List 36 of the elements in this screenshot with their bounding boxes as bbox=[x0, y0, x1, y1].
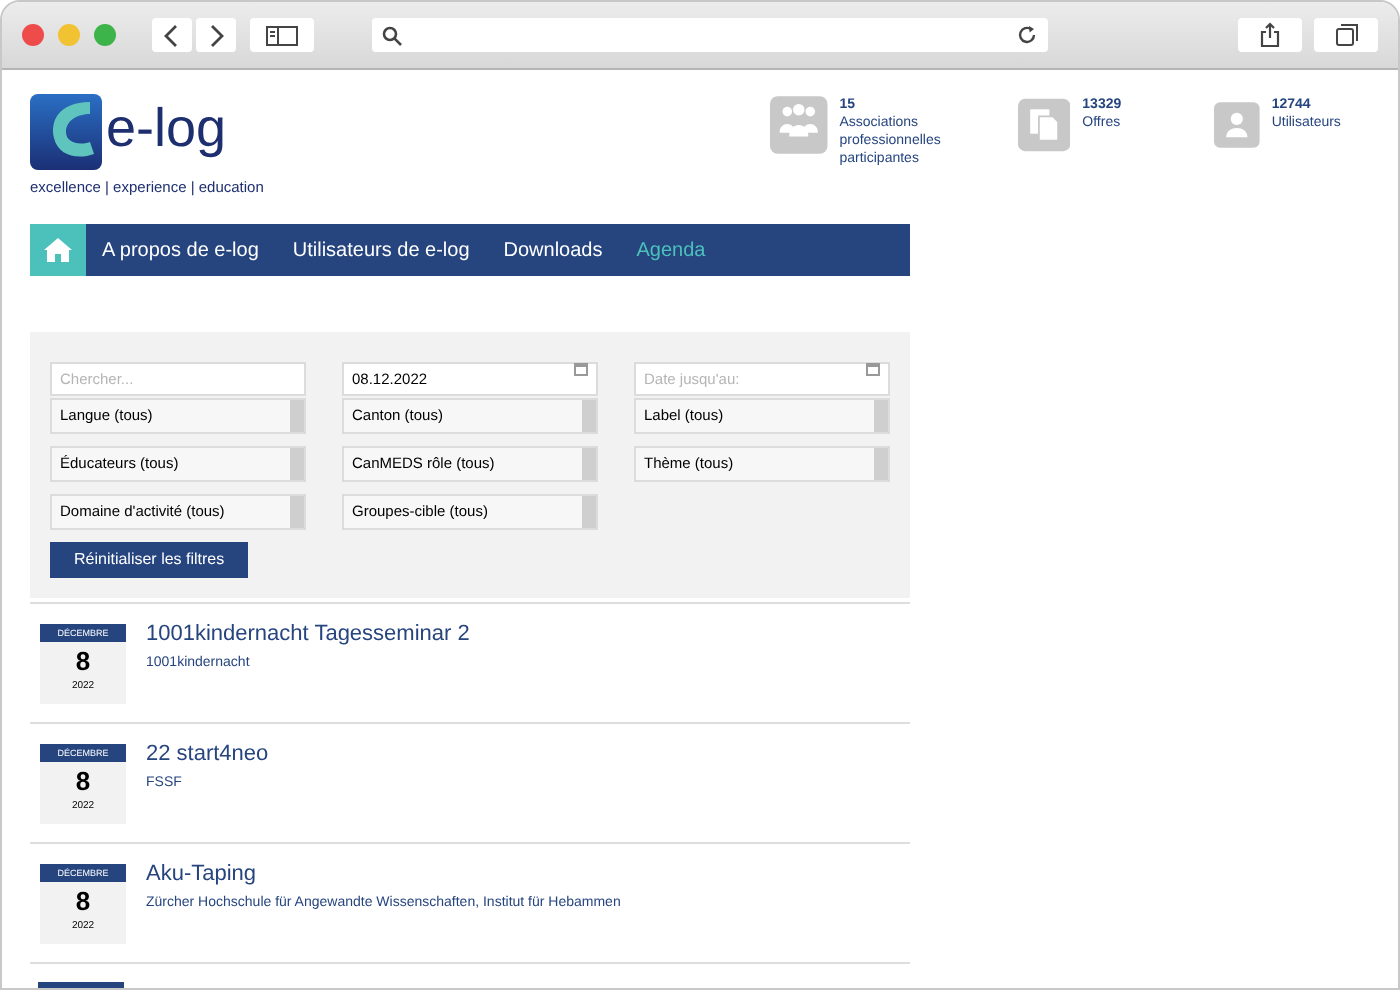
nav-link[interactable]: Utilisateurs de e-log bbox=[292, 235, 470, 265]
user-icon bbox=[1214, 96, 1260, 154]
nav-link[interactable]: A propos de e-log bbox=[102, 235, 259, 265]
back-button[interactable] bbox=[152, 18, 192, 52]
logo-icon bbox=[30, 94, 102, 170]
chevron-left-icon bbox=[164, 23, 180, 47]
dropdown-handle-icon bbox=[290, 448, 304, 480]
event-title-link[interactable]: Aku-Taping bbox=[146, 860, 621, 888]
dropdown-handle-icon bbox=[290, 400, 304, 432]
nav-link[interactable]: Downloads bbox=[503, 235, 603, 265]
tabs-icon bbox=[1335, 24, 1357, 46]
event-title-link[interactable]: 22 start4neo bbox=[146, 740, 269, 768]
tabs-button[interactable] bbox=[1314, 18, 1378, 52]
sidebar-button[interactable] bbox=[250, 18, 314, 52]
documents-icon bbox=[1018, 96, 1071, 154]
dropdown-handle-icon bbox=[874, 448, 888, 480]
dropdown-handle-icon bbox=[582, 496, 596, 528]
dropdown-handle-icon bbox=[874, 400, 888, 432]
dropdown-handle-icon bbox=[290, 496, 304, 528]
logo-wordmark: e-log bbox=[106, 101, 227, 155]
reload-icon[interactable] bbox=[1016, 24, 1038, 46]
group-icon bbox=[770, 96, 828, 154]
chevron-right-icon bbox=[208, 23, 224, 47]
nav-link[interactable]: Agenda bbox=[636, 235, 706, 265]
event-title-link[interactable]: 1001kindernacht Tagesseminar 2 bbox=[146, 620, 470, 648]
dropdown-handle-icon bbox=[582, 448, 596, 480]
dropdown-handle-icon bbox=[582, 400, 596, 432]
share-button[interactable] bbox=[1238, 18, 1302, 52]
forward-button[interactable] bbox=[196, 18, 236, 52]
calendar-icon bbox=[866, 362, 880, 376]
share-icon bbox=[1260, 22, 1280, 48]
sidebar-icon bbox=[266, 25, 298, 45]
search-icon bbox=[382, 25, 402, 45]
reset-filters-button[interactable]: Réinitialiser les filtres bbox=[50, 542, 249, 578]
home-icon bbox=[44, 238, 72, 262]
calendar-icon bbox=[574, 362, 588, 376]
